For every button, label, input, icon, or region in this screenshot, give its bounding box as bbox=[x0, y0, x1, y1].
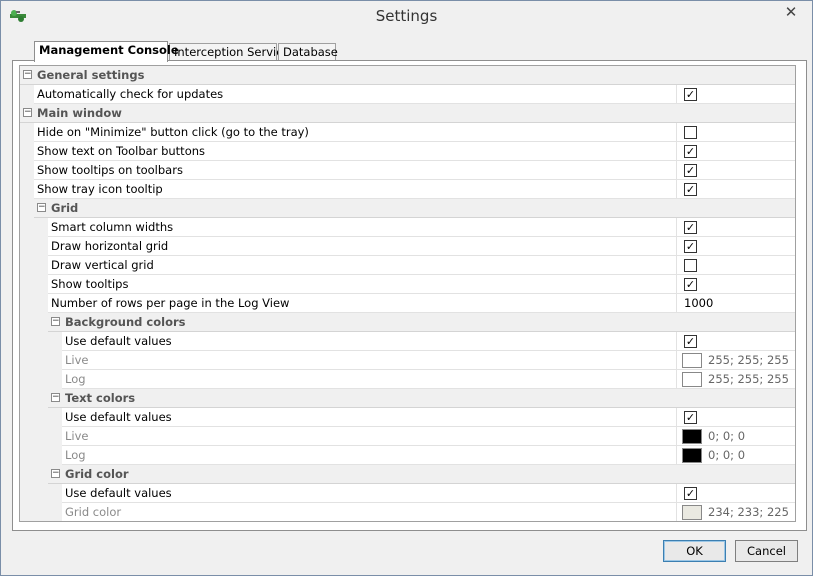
property-label: Use default values bbox=[65, 486, 172, 500]
show-tooltips-checkbox[interactable]: ✓ bbox=[684, 278, 697, 291]
property-row[interactable]: Live 0; 0; 0 bbox=[20, 427, 795, 446]
category-label: Text colors bbox=[65, 391, 136, 405]
property-row[interactable]: Smart column widths ✓ bbox=[20, 218, 795, 237]
property-row[interactable]: Use default values ✓ bbox=[20, 408, 795, 427]
collapse-icon[interactable]: − bbox=[51, 393, 60, 402]
settings-window: Settings ✕ Management Console Intercepti… bbox=[0, 0, 813, 576]
property-label: Log bbox=[65, 448, 86, 462]
smart-columns-checkbox[interactable]: ✓ bbox=[684, 221, 697, 234]
property-row[interactable]: Show tray icon tooltip ✓ bbox=[20, 180, 795, 199]
property-label: Show tooltips on toolbars bbox=[37, 163, 183, 177]
ok-button[interactable]: OK bbox=[663, 540, 726, 562]
tab-management-console[interactable]: Management Console bbox=[34, 41, 179, 62]
category-label: General settings bbox=[37, 68, 145, 82]
text-default-checkbox[interactable]: ✓ bbox=[684, 411, 697, 424]
property-label: Number of rows per page in the Log View bbox=[51, 296, 290, 310]
grid-color-value: 234; 233; 225 bbox=[708, 505, 789, 519]
horizontal-grid-checkbox[interactable]: ✓ bbox=[684, 240, 697, 253]
grid-color-swatch[interactable] bbox=[682, 505, 702, 520]
hide-minimize-checkbox[interactable] bbox=[684, 126, 697, 139]
property-label: Smart column widths bbox=[51, 220, 174, 234]
property-row[interactable]: Hide on "Minimize" button click (go to t… bbox=[20, 123, 795, 142]
property-grid[interactable]: − General settings Automatically check f… bbox=[19, 65, 796, 522]
property-label: Live bbox=[65, 429, 89, 443]
collapse-icon[interactable]: − bbox=[23, 108, 32, 117]
property-row[interactable]: Draw horizontal grid ✓ bbox=[20, 237, 795, 256]
bg-log-value: 255; 255; 255 bbox=[708, 372, 789, 386]
tab-interception-service[interactable]: Interception Service bbox=[169, 43, 290, 61]
property-label: Hide on "Minimize" button click (go to t… bbox=[37, 125, 309, 139]
text-log-value: 0; 0; 0 bbox=[708, 448, 746, 462]
category-label: Background colors bbox=[65, 315, 186, 329]
collapse-icon[interactable]: − bbox=[51, 317, 60, 326]
property-label: Use default values bbox=[65, 410, 172, 424]
category-general-settings[interactable]: − General settings bbox=[20, 66, 795, 85]
bg-live-value: 255; 255; 255 bbox=[708, 353, 789, 367]
category-label: Main window bbox=[37, 106, 122, 120]
property-label: Automatically check for updates bbox=[37, 87, 224, 101]
property-label: Show tooltips bbox=[51, 277, 129, 291]
bg-log-swatch[interactable] bbox=[682, 372, 702, 387]
tray-tooltip-checkbox[interactable]: ✓ bbox=[684, 183, 697, 196]
property-label: Draw vertical grid bbox=[51, 258, 154, 272]
rows-per-page-value[interactable]: 1000 bbox=[684, 296, 713, 310]
title-bar[interactable]: Settings ✕ bbox=[1, 1, 812, 32]
close-button[interactable]: ✕ bbox=[776, 1, 806, 23]
property-row[interactable]: Live 255; 255; 255 bbox=[20, 351, 795, 370]
property-label: Show text on Toolbar buttons bbox=[37, 144, 206, 158]
property-row[interactable]: Log 255; 255; 255 bbox=[20, 370, 795, 389]
text-live-swatch[interactable] bbox=[682, 429, 702, 444]
tab-database[interactable]: Database bbox=[278, 43, 338, 61]
collapse-icon[interactable]: − bbox=[23, 70, 32, 79]
property-label: Draw horizontal grid bbox=[51, 239, 169, 253]
text-log-swatch[interactable] bbox=[682, 448, 702, 463]
property-label: Log bbox=[65, 372, 86, 386]
category-label: Grid bbox=[51, 201, 79, 215]
property-row[interactable]: Grid color 234; 233; 225 bbox=[20, 503, 795, 521]
property-row[interactable]: Use default values ✓ bbox=[20, 484, 795, 503]
property-row[interactable]: Show text on Toolbar buttons ✓ bbox=[20, 142, 795, 161]
collapse-icon[interactable]: − bbox=[37, 203, 46, 212]
auto-update-checkbox[interactable]: ✓ bbox=[684, 88, 697, 101]
cancel-button[interactable]: Cancel bbox=[735, 540, 798, 562]
bg-default-checkbox[interactable]: ✓ bbox=[684, 335, 697, 348]
window-title: Settings bbox=[375, 7, 438, 25]
toolbar-text-checkbox[interactable]: ✓ bbox=[684, 145, 697, 158]
property-row[interactable]: Draw vertical grid bbox=[20, 256, 795, 275]
close-icon: ✕ bbox=[784, 3, 798, 21]
property-row[interactable]: Automatically check for updates ✓ bbox=[20, 85, 795, 104]
tab-panel: − General settings Automatically check f… bbox=[12, 60, 807, 531]
collapse-icon[interactable]: − bbox=[51, 469, 60, 478]
bg-live-swatch[interactable] bbox=[682, 353, 702, 368]
property-label: Use default values bbox=[65, 334, 172, 348]
category-grid-color[interactable]: − Grid color bbox=[20, 465, 795, 484]
category-text-colors[interactable]: − Text colors bbox=[20, 389, 795, 408]
property-label: Grid color bbox=[65, 505, 122, 519]
property-row[interactable]: Show tooltips on toolbars ✓ bbox=[20, 161, 795, 180]
property-row[interactable]: Show tooltips ✓ bbox=[20, 275, 795, 294]
property-label: Live bbox=[65, 353, 89, 367]
toolbar-tooltips-checkbox[interactable]: ✓ bbox=[684, 164, 697, 177]
property-row[interactable]: Log 0; 0; 0 bbox=[20, 446, 795, 465]
text-live-value: 0; 0; 0 bbox=[708, 429, 746, 443]
property-row[interactable]: Use default values ✓ bbox=[20, 332, 795, 351]
category-background-colors[interactable]: − Background colors bbox=[20, 313, 795, 332]
category-main-window[interactable]: − Main window bbox=[20, 104, 795, 123]
category-label: Grid color bbox=[65, 467, 129, 481]
property-row[interactable]: Number of rows per page in the Log View … bbox=[20, 294, 795, 313]
property-label: Show tray icon tooltip bbox=[37, 182, 163, 196]
category-grid[interactable]: − Grid bbox=[20, 199, 795, 218]
vertical-grid-checkbox[interactable] bbox=[684, 259, 697, 272]
gridcolor-default-checkbox[interactable]: ✓ bbox=[684, 487, 697, 500]
